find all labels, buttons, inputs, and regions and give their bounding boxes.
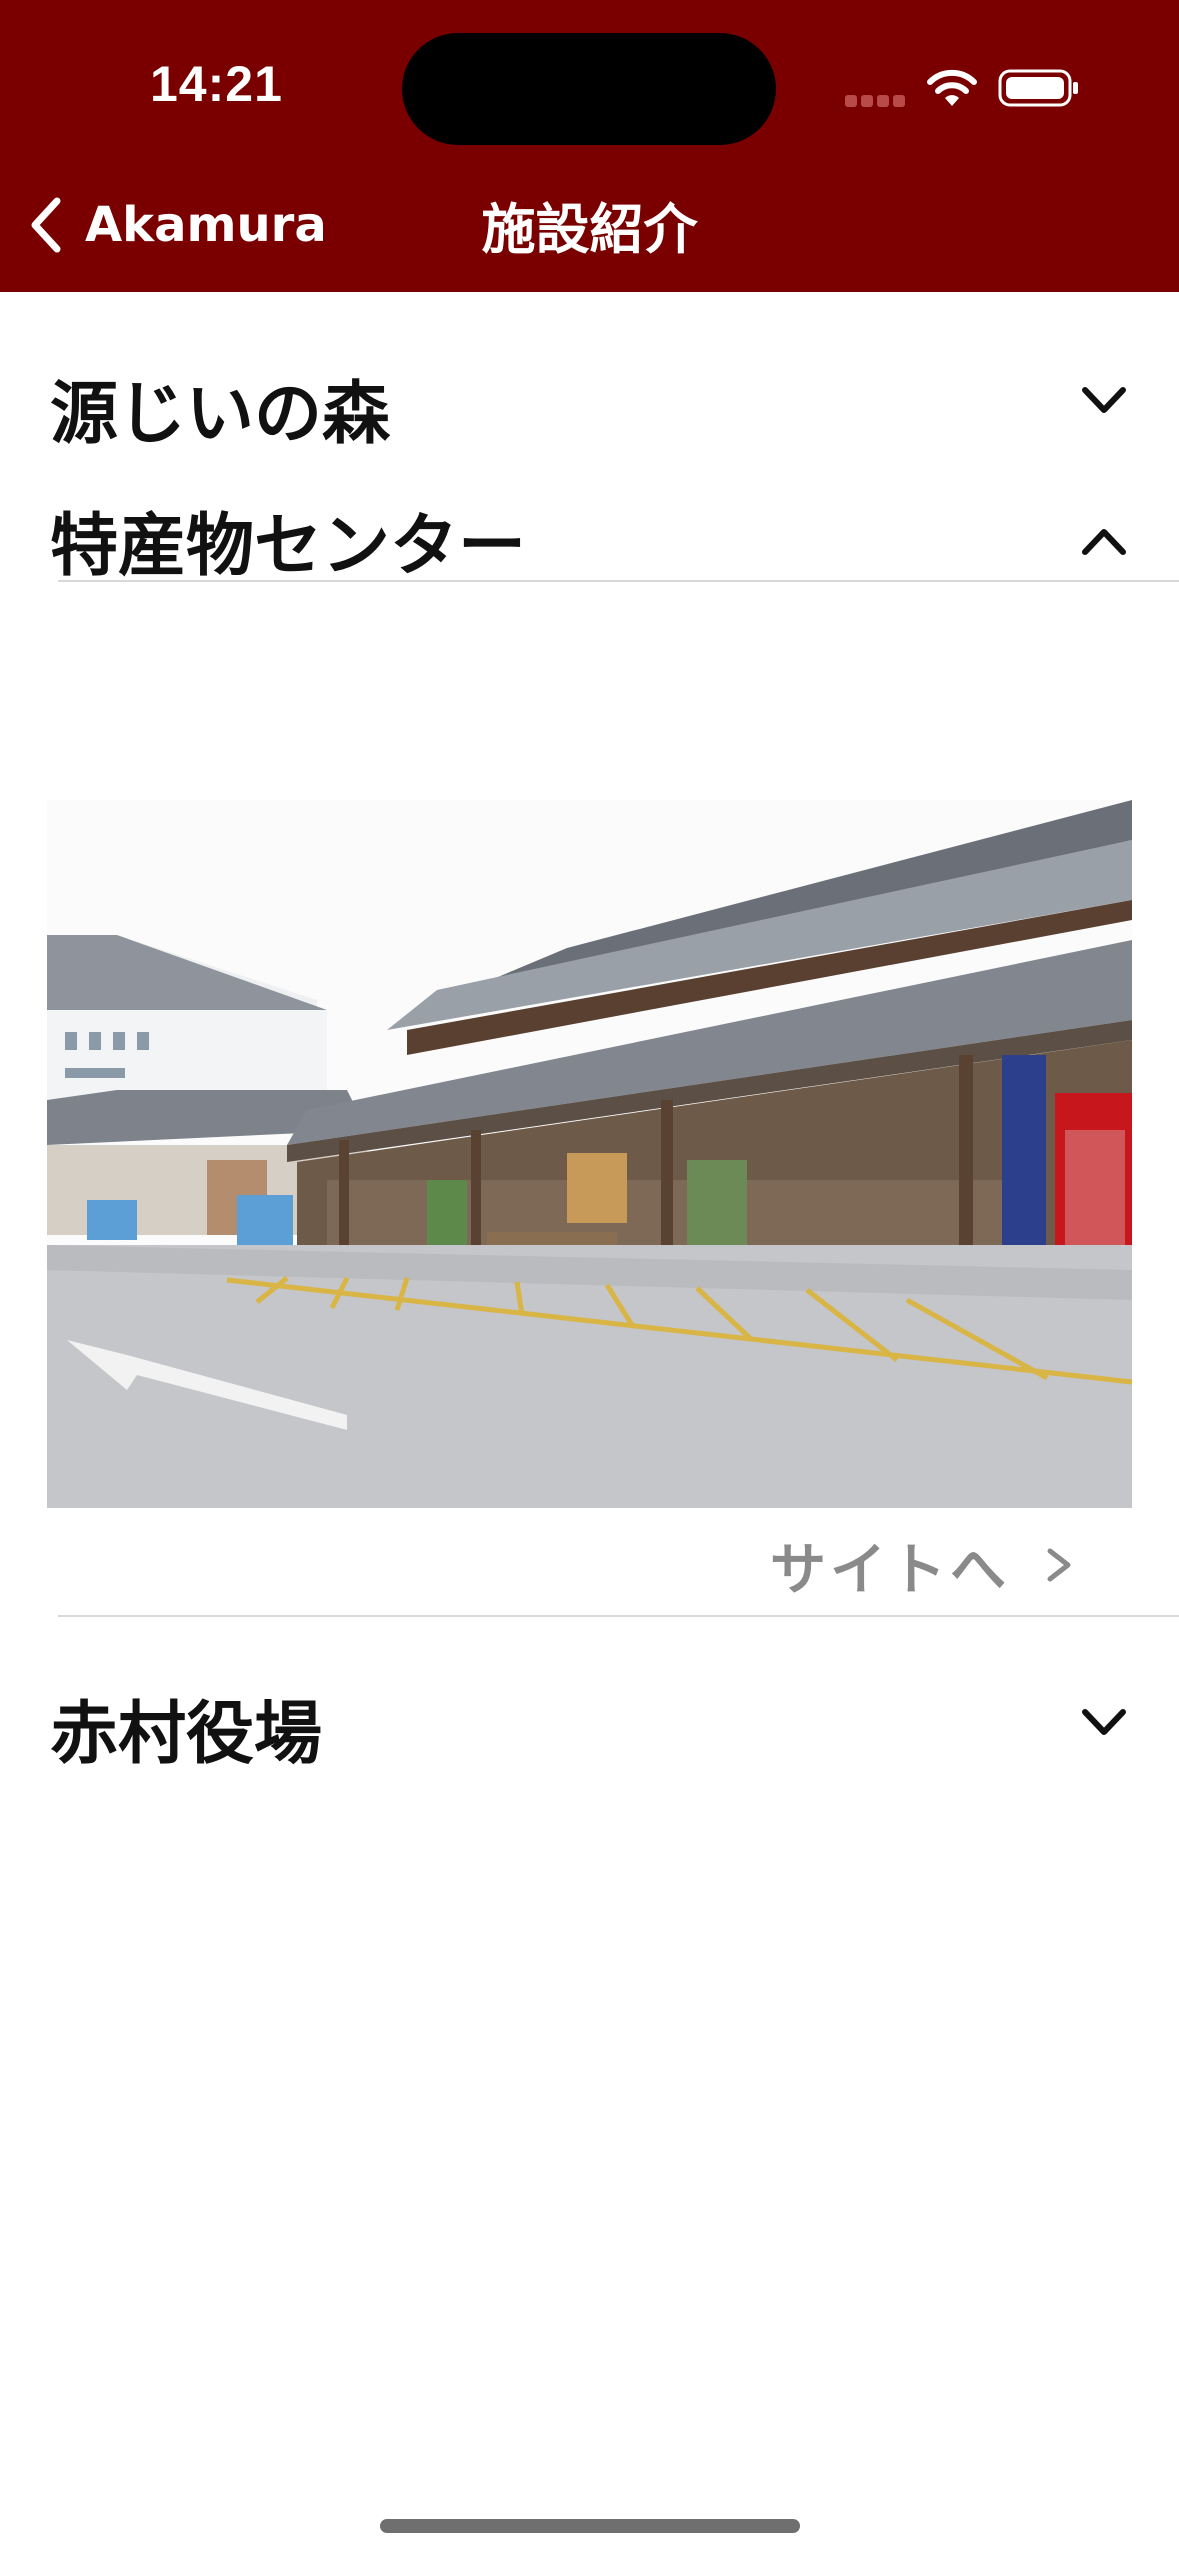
chevron-up-icon [1082, 529, 1126, 555]
chevron-down-icon [1082, 387, 1126, 413]
battery-icon [998, 69, 1078, 107]
home-indicator[interactable] [380, 2519, 800, 2533]
chevron-down-icon [1082, 1709, 1126, 1735]
section-header-specialty-center[interactable]: 特産物センター [0, 480, 1179, 586]
section-title: 特産物センター [50, 507, 527, 586]
site-link-label: サイトへ [770, 1537, 1010, 1603]
section-title: 源じいの森 [50, 375, 391, 454]
page-title: 施設紹介 [481, 198, 698, 261]
chevron-right-icon [1047, 1548, 1071, 1582]
navigation-header: 14:21 Akamura 施設紹介 [0, 0, 1179, 292]
wifi-icon [927, 69, 977, 106]
divider [58, 580, 1179, 582]
facility-photo [47, 800, 1132, 1508]
cellular-signal-icon [845, 95, 905, 107]
section-title: 赤村役場 [50, 1695, 323, 1774]
section-header-village-office[interactable]: 赤村役場 [0, 1660, 1179, 1780]
dynamic-island [402, 33, 776, 145]
site-link[interactable]: サイトへ [770, 1525, 1074, 1605]
divider [58, 1615, 1179, 1617]
section-header-genji-forest[interactable]: 源じいの森 [0, 340, 1179, 460]
status-time: 14:21 [150, 56, 283, 112]
